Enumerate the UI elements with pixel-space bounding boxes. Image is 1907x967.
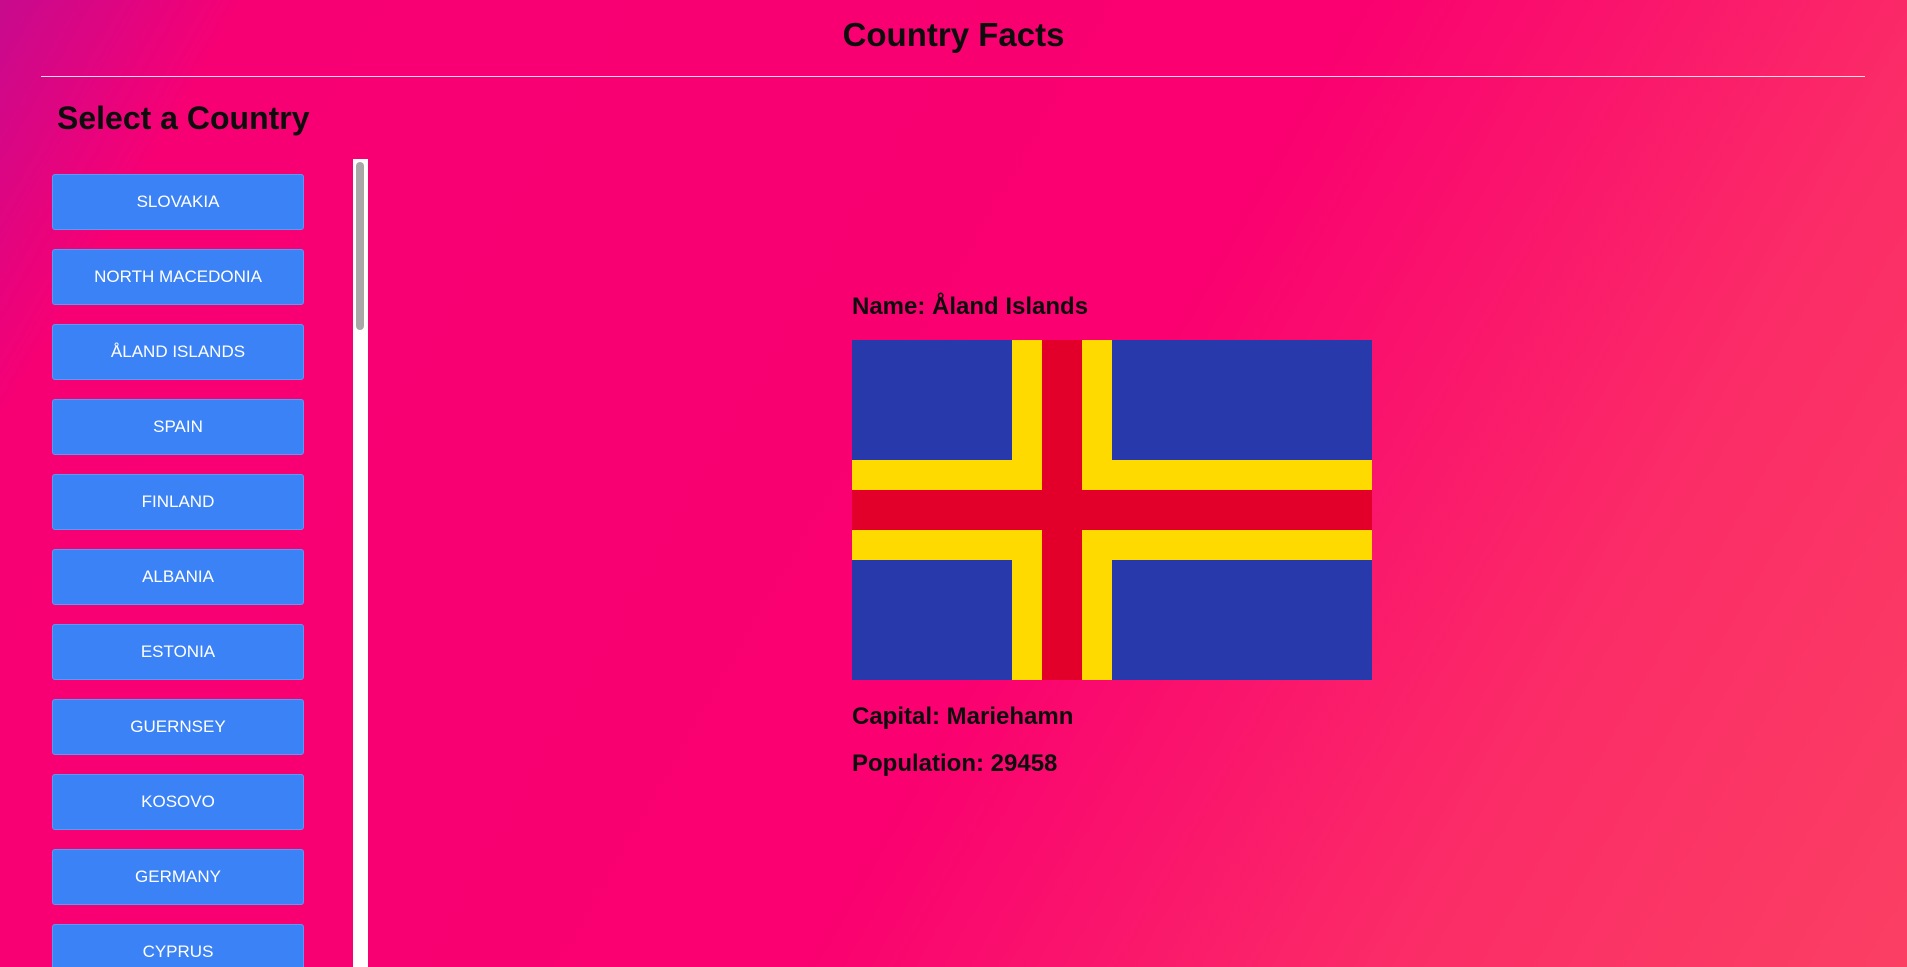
app-title: Country Facts (842, 16, 1065, 53)
country-button-estonia[interactable]: ESTONIA (52, 624, 304, 680)
country-name: Name: Åland Islands (852, 293, 1089, 320)
country-button-kosovo[interactable]: KOSOVO (52, 774, 304, 830)
country-button-cyprus[interactable]: CYPRUS (52, 924, 304, 967)
country-button-guernsey[interactable]: GUERNSEY (52, 699, 304, 755)
country-button-slovakia[interactable]: SLOVAKIA (52, 174, 304, 230)
country-button-spain[interactable]: SPAIN (52, 399, 304, 455)
country-button-finland[interactable]: FINLAND (52, 474, 304, 530)
country-list-scrollbar[interactable] (353, 159, 368, 967)
country-button-albania[interactable]: ALBANIA (52, 549, 304, 605)
scrollbar-thumb[interactable] (356, 162, 364, 330)
country-population: Population: 29458 (852, 750, 1058, 777)
header-divider (41, 76, 1865, 77)
country-button-north-macedonia[interactable]: NORTH MACEDONIA (52, 249, 304, 305)
country-button-aland-islands[interactable]: ÅLAND ISLANDS (52, 324, 304, 380)
sidebar-heading: Select a Country (57, 100, 310, 136)
country-button-germany[interactable]: GERMANY (52, 849, 304, 905)
aland-flag-icon (852, 340, 1372, 680)
country-capital: Capital: Mariehamn (852, 703, 1074, 730)
country-list[interactable]: SLOVAKIA NORTH MACEDONIA ÅLAND ISLANDS S… (50, 159, 354, 967)
